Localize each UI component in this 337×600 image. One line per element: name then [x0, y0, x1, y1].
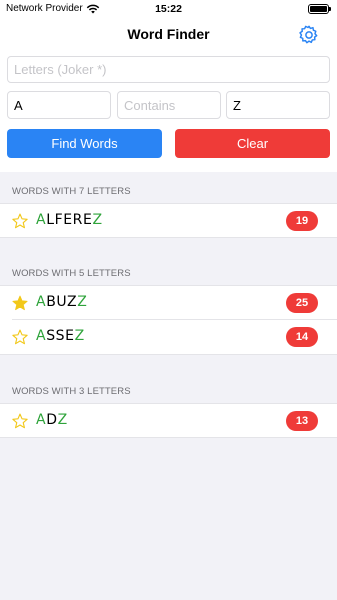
section-header: WORDS WITH 7 LETTERS	[12, 186, 131, 197]
letters-input[interactable]: Letters (Joker *)	[7, 56, 330, 83]
status-bar: Network Provider 15:22	[0, 0, 337, 18]
status-time: 15:22	[155, 3, 182, 15]
word-text: ABUZZ	[36, 294, 88, 310]
page-title: Word Finder	[127, 26, 210, 42]
score-badge: 13	[286, 411, 318, 431]
star-outline-icon[interactable]	[11, 212, 29, 230]
find-words-button[interactable]: Find Words	[7, 129, 162, 158]
battery-icon	[308, 4, 331, 14]
word-text: ALFEREZ	[36, 212, 103, 228]
header-panel: Network Provider 15:22 Word Finder Lette…	[0, 0, 337, 172]
score-badge: 25	[286, 293, 318, 313]
star-outline-icon[interactable]	[11, 412, 29, 430]
word-text: ASSEZ	[36, 328, 85, 344]
word-text: ADZ	[36, 412, 68, 428]
letters-placeholder: Letters (Joker *)	[14, 62, 107, 77]
list-item[interactable]: ALFEREZ 19	[0, 203, 337, 238]
list-item[interactable]: ABUZZ 25	[0, 285, 337, 320]
score-badge: 14	[286, 327, 318, 347]
gear-icon[interactable]	[298, 24, 320, 46]
star-filled-icon[interactable]	[11, 294, 29, 312]
list-item[interactable]: ADZ 13	[0, 403, 337, 438]
contains-placeholder: Contains	[124, 97, 176, 113]
ends-with-value: Z	[233, 97, 241, 113]
starts-with-value: A	[14, 97, 23, 113]
section-header: WORDS WITH 5 LETTERS	[12, 268, 131, 279]
starts-with-input[interactable]: A	[7, 91, 111, 119]
score-badge: 19	[286, 211, 318, 231]
contains-input[interactable]: Contains	[117, 91, 221, 119]
star-outline-icon[interactable]	[11, 328, 29, 346]
list-item[interactable]: ASSEZ 14	[0, 320, 337, 355]
clear-button[interactable]: Clear	[175, 129, 330, 158]
section-header: WORDS WITH 3 LETTERS	[12, 386, 131, 397]
ends-with-input[interactable]: Z	[226, 91, 330, 119]
